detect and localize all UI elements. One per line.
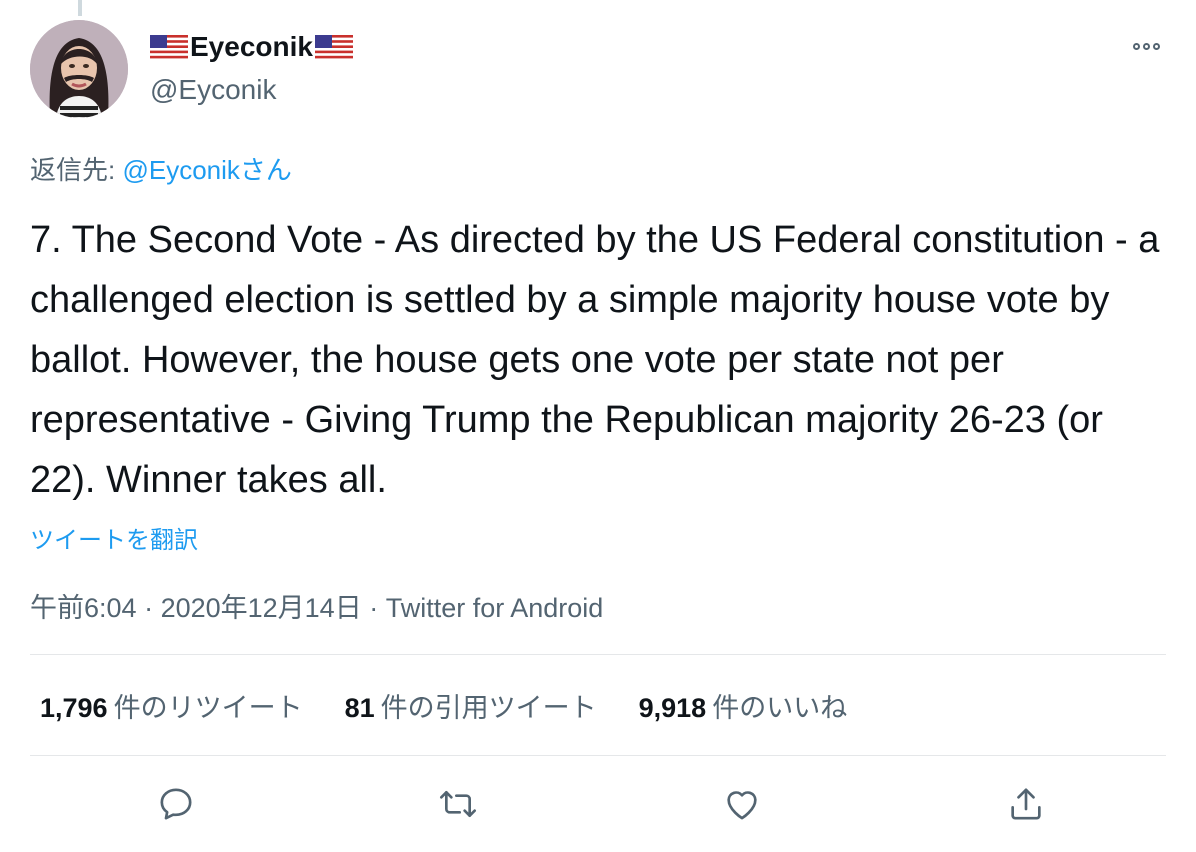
avatar[interactable] [30, 20, 128, 118]
us-flag-icon [150, 35, 188, 59]
display-name[interactable]: Eyeconik [150, 30, 353, 64]
reply-prefix: 返信先: [30, 155, 123, 185]
like-button[interactable] [718, 780, 766, 828]
translate-link[interactable]: ツイートを翻訳 [30, 520, 198, 555]
avatar-image [30, 20, 128, 118]
tweet-source[interactable]: Twitter for Android [386, 593, 604, 623]
tweet-text: 7. The Second Vote - As directed by the … [30, 219, 1160, 501]
meta-separator: · [361, 593, 386, 623]
meta-separator: · [136, 593, 161, 623]
tweet-time[interactable]: 午前6:04 [30, 593, 137, 623]
likes-count: 9,918 [638, 693, 707, 723]
share-icon [1011, 788, 1041, 820]
reply-icon [160, 788, 192, 820]
us-flag-icon [314, 35, 353, 59]
like-icon [727, 791, 757, 820]
divider [30, 755, 1166, 756]
more-dot-icon [1152, 42, 1160, 50]
retweets-count: 1,796 [40, 693, 108, 723]
likes-stat[interactable]: 9,918 件のいいね [639, 686, 848, 725]
retweet-button[interactable] [434, 780, 482, 828]
reply-target-link[interactable]: @Eyconikさん [122, 155, 291, 185]
share-button[interactable] [1002, 780, 1050, 828]
reply-button[interactable] [152, 780, 200, 828]
quotes-label: 件の引用ツイート [380, 693, 597, 723]
tweet-stats: 1,796 件のリツイート 81 件の引用ツイート 9,918 件のいいね [40, 686, 847, 725]
user-handle[interactable]: @Eyconik [150, 72, 353, 108]
retweets-label: 件のリツイート [113, 693, 303, 723]
tweet-header: Eyeconik @Eyconik [30, 20, 1166, 120]
retweets-stat[interactable]: 1,796 件のリツイート [40, 686, 303, 725]
tweet-date[interactable]: 2020年12月14日 [161, 593, 362, 623]
display-name-text: Eyeconik [190, 31, 313, 62]
more-dot-icon [1132, 42, 1140, 50]
retweet-icon [440, 791, 476, 817]
quotes-count: 81 [344, 693, 375, 723]
tweet-actions [0, 780, 1196, 836]
more-dot-icon [1142, 42, 1150, 50]
more-options-button[interactable] [1126, 36, 1166, 56]
tweet-meta: 午前6:04 · 2020年12月14日 · Twitter for Andro… [30, 586, 603, 625]
thread-line [78, 0, 82, 16]
likes-label: 件のいいね [712, 693, 848, 723]
quotes-stat[interactable]: 81 件の引用ツイート [345, 686, 597, 725]
divider [30, 654, 1166, 655]
reply-context: 返信先: @Eyconikさん [30, 150, 292, 187]
